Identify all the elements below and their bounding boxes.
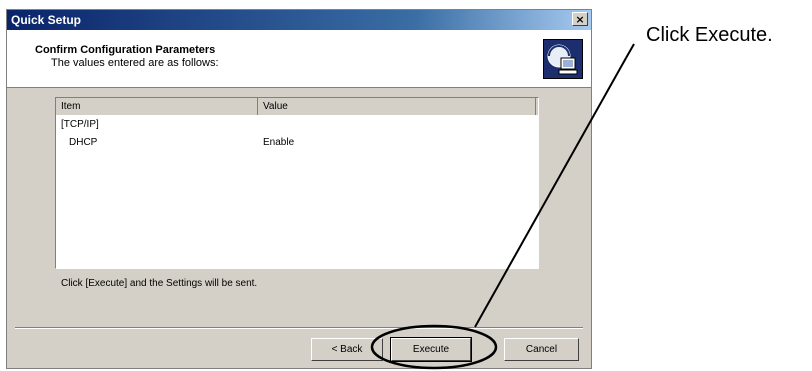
callout-line-tail — [625, 43, 635, 59]
callout-line — [474, 57, 627, 328]
callout-annotation — [370, 43, 635, 370]
callout-ellipse — [370, 324, 498, 370]
